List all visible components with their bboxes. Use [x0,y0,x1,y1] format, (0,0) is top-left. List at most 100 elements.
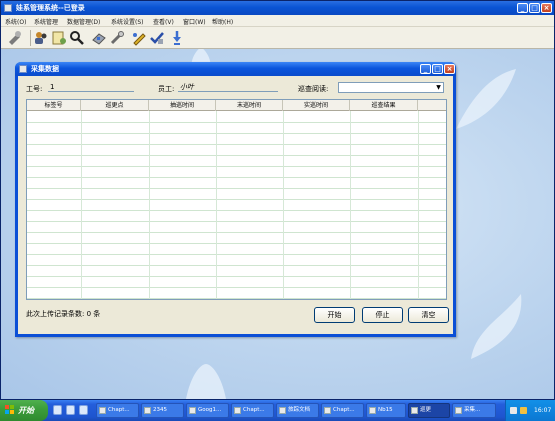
menu-system-settings[interactable]: 系统设置(S) [111,17,144,26]
menu-help[interactable]: 帮助(H) [212,17,233,26]
column-checkpoint[interactable]: 巡更点 [81,100,149,111]
decorative-leaf-icon [456,69,516,129]
task-button[interactable]: Chapt... [231,403,274,418]
dialog-close-button[interactable]: × [444,64,455,74]
document-icon [234,407,241,414]
grid-column-line [418,111,419,299]
menu-bar: 系统(O) 系统管理 数据管理(D) 系统设置(S) 查看(V) 窗口(W) 帮… [1,15,554,27]
chevron-down-icon[interactable]: ▼ [434,83,443,92]
dialog-maximize-button[interactable]: □ [432,64,443,74]
task-button[interactable]: 巡更 [408,403,450,418]
maximize-button[interactable]: □ [529,3,540,13]
task-button[interactable]: Chapt... [321,403,364,418]
folder-icon [99,407,106,414]
data-grid[interactable]: 标签号 巡更点 抽巡时间 末巡时间 实巡时间 巡查结果 [26,99,447,300]
toolbar-separator [30,30,31,46]
device-icon[interactable] [91,30,107,46]
volume-icon[interactable] [520,407,527,414]
settings-icon[interactable] [7,30,23,46]
dialog-minimize-button[interactable]: _ [420,64,431,74]
quick-launch-ie-icon[interactable] [53,405,62,415]
employee-value: 小叶 [180,83,194,91]
toolbar [1,27,554,49]
grid-row-line [27,133,446,134]
windows-start-button[interactable]: 开始 [0,400,48,421]
column-end-time[interactable]: 末巡时间 [216,100,283,111]
task-button[interactable]: Nb15 [366,403,406,418]
employee-label: 员工: [158,85,175,93]
task-button[interactable]: 2345 [141,403,184,418]
clear-button[interactable]: 清空 [408,307,449,323]
grid-row-line [27,144,446,145]
job-number-label: 工号: [26,85,43,93]
reader-select[interactable]: ▼ [338,82,444,93]
menu-system[interactable]: 系统(O) [5,17,26,26]
menu-data-management[interactable]: 数据管理(D) [67,17,100,26]
grid-row-line [27,232,446,233]
minimize-button[interactable]: _ [517,3,528,13]
grid-header: 标签号 巡更点 抽巡时间 末巡时间 实巡时间 巡查结果 [27,100,446,111]
task-button[interactable]: 旅踪文档 [276,403,319,418]
document-icon [324,407,331,414]
column-tag-number[interactable]: 标签号 [27,100,81,111]
dialog-icon [19,65,27,73]
search-icon[interactable] [69,30,85,46]
column-start-time[interactable]: 抽巡时间 [149,100,216,111]
job-number-field[interactable] [48,80,134,92]
grid-row-line [27,287,446,288]
quick-launch-media-icon[interactable] [79,405,88,415]
start-button[interactable]: 开始 [314,307,355,323]
notebook-icon[interactable] [51,30,67,46]
reader-label: 巡查阅读: [298,85,329,93]
decorative-crest-icon [186,364,226,399]
edit-icon[interactable] [131,30,147,46]
window-title: 娃系管理系统--已登录 [16,4,85,12]
column-actual-time[interactable]: 实巡时间 [283,100,350,111]
task-button[interactable]: Chapt... [96,403,139,418]
windows-logo-icon [5,405,15,415]
title-bar: 娃系管理系统--已登录 _ □ × [1,1,554,15]
grid-row-line [27,122,446,123]
grid-row-line [27,166,446,167]
info-icon[interactable] [169,30,185,46]
menu-window[interactable]: 窗口(W) [183,17,206,26]
upload-count-label: 此次上传记录条数: [26,310,85,318]
taskbar: 开始 Chapt... 2345 Goog1... Chapt... 旅踪文档 … [0,400,555,421]
app-icon [4,4,12,12]
task-button[interactable]: Goog1... [186,403,229,418]
task-button[interactable]: 采集... [452,403,496,418]
upload-count-unit: 条 [93,310,101,318]
document-icon [279,407,286,414]
menu-system-management[interactable]: 系统管理 [34,17,58,26]
upload-count-value: 0 [86,310,92,318]
grid-row-line [27,177,446,178]
grid-column-line [283,111,284,299]
check-icon[interactable] [149,30,165,46]
grid-row-line [27,155,446,156]
decorative-swirl-icon [471,294,522,359]
grid-row-line [27,243,446,244]
grid-column-line [216,111,217,299]
app-window-icon [411,407,418,414]
start-label: 开始 [18,406,34,415]
grid-column-line [149,111,150,299]
users-icon[interactable] [33,30,49,46]
keyboard-icon[interactable] [510,407,517,414]
menu-view[interactable]: 查看(V) [153,17,174,26]
grid-row-line [27,210,446,211]
clock: 16:07 [534,407,552,414]
grid-row-line [27,276,446,277]
close-button[interactable]: × [541,3,552,13]
stop-button[interactable]: 停止 [362,307,403,323]
browser-icon [189,407,196,414]
tools-icon[interactable] [109,30,125,46]
browser-icon [144,407,151,414]
app-window-icon [369,407,376,414]
grid-row-line [27,188,446,189]
grid-row-line [27,221,446,222]
quick-launch-desktop-icon[interactable] [66,405,75,415]
upload-count-text: 此次上传记录条数: 0 条 [26,309,100,319]
job-number-value: 1 [50,83,55,91]
grid-column-line [350,111,351,299]
column-result[interactable]: 巡查结果 [350,100,418,111]
